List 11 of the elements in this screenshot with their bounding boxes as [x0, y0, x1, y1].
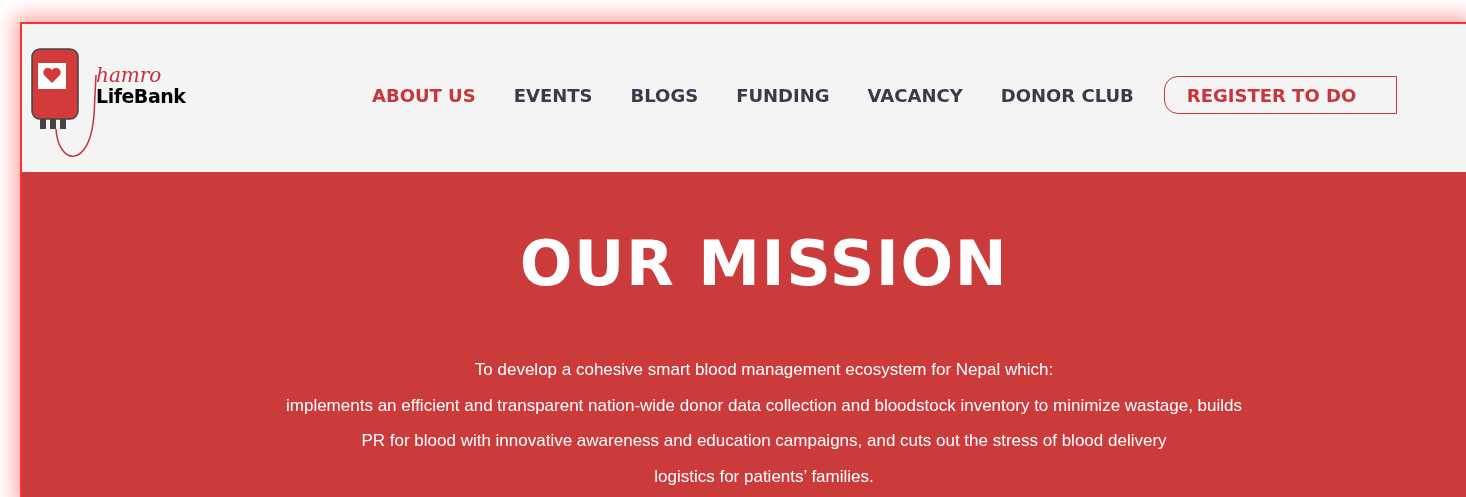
nav-link[interactable]: VACANCY [867, 81, 963, 109]
nav-link[interactable]: DONOR CLUB [1000, 81, 1134, 109]
nav-link[interactable]: BLOGS [630, 81, 699, 109]
nav-link[interactable]: FUNDING [736, 81, 830, 109]
logo-name: LifeBank [96, 85, 186, 107]
nav-link[interactable]: ABOUT US [372, 81, 476, 109]
mission-title: OUR MISSION [519, 226, 1009, 302]
logo-script: hamro [96, 65, 163, 85]
register-button[interactable]: REGISTER TO DO [1163, 76, 1398, 114]
nav-link[interactable]: EVENTS [513, 81, 593, 109]
mission-text: To develop a cohesive smart blood management ecosystem for Nepal which: implements an efficient and transparent nation-wide donor data collection and bloodstock inventory to minimize wastage, builds PR for blood with innovative awareness and education campaigns, and cuts out the stress of blood delivery logistics for patients’ families. [286, 359, 1242, 488]
